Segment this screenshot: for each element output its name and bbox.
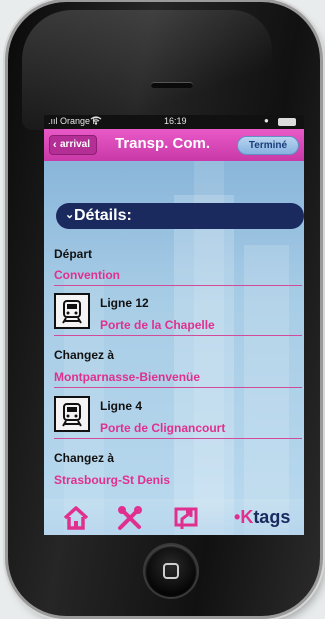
done-button[interactable]: Terminé [237, 136, 299, 155]
change2-station[interactable]: Strasbourg-St Denis [54, 473, 170, 487]
change1-label: Changez à [54, 348, 115, 362]
divider [54, 438, 302, 439]
earpiece-speaker [151, 82, 193, 88]
step2-line-name: Ligne 4 [100, 399, 143, 413]
metro-train-icon [54, 396, 90, 432]
ktags-logo-text: tags [253, 507, 291, 527]
clock: 16:19 [164, 116, 187, 126]
phone-frame: .ııl Orange F 16:19 ● ‹ arrival Transp. … [8, 2, 320, 616]
step1-line-name: Ligne 12 [100, 296, 149, 310]
back-button[interactable]: ‹ arrival [49, 135, 98, 155]
divider [54, 335, 302, 336]
step2-line-destination[interactable]: Porte de Clignancourt [100, 421, 225, 435]
metro-train-icon [54, 293, 90, 329]
depart-label: Départ [54, 247, 93, 261]
change1-station[interactable]: Montparnasse-Bienvenüe [54, 370, 200, 384]
status-bar: .ııl Orange F 16:19 ● [44, 115, 304, 129]
navigation-bar: ‹ arrival Transp. Com. Terminé [44, 129, 304, 161]
step1-line-destination[interactable]: Porte de la Chapelle [100, 318, 215, 332]
share-icon[interactable] [172, 505, 200, 531]
bottom-toolbar: •Ktags [44, 499, 304, 535]
divider [54, 387, 302, 388]
change2-label: Changez à [54, 451, 115, 465]
lock-icon: ● [264, 116, 269, 125]
page-title: Transp. Com. [115, 135, 211, 152]
home-button-square-icon [163, 563, 179, 579]
wifi-icon [90, 115, 102, 129]
ktags-logo[interactable]: •Ktags [234, 507, 290, 528]
battery-icon [278, 118, 296, 126]
section-title: Détails: [74, 207, 132, 224]
home-icon[interactable] [62, 505, 90, 531]
home-hardware-button[interactable] [145, 545, 197, 597]
divider [54, 285, 302, 286]
chevron-left-icon: ‹ [53, 139, 57, 151]
screen: .ııl Orange F 16:19 ● ‹ arrival Transp. … [44, 115, 304, 535]
depart-station[interactable]: Convention [54, 268, 120, 282]
chevron-down-icon: ⌄ [65, 209, 75, 221]
back-button-label: arrival [60, 139, 91, 150]
details-section-header[interactable]: ⌄ Détails: [56, 203, 304, 229]
phone-gloss [22, 10, 272, 130]
ktags-logo-k: K [240, 507, 254, 527]
tools-icon[interactable] [116, 505, 144, 531]
